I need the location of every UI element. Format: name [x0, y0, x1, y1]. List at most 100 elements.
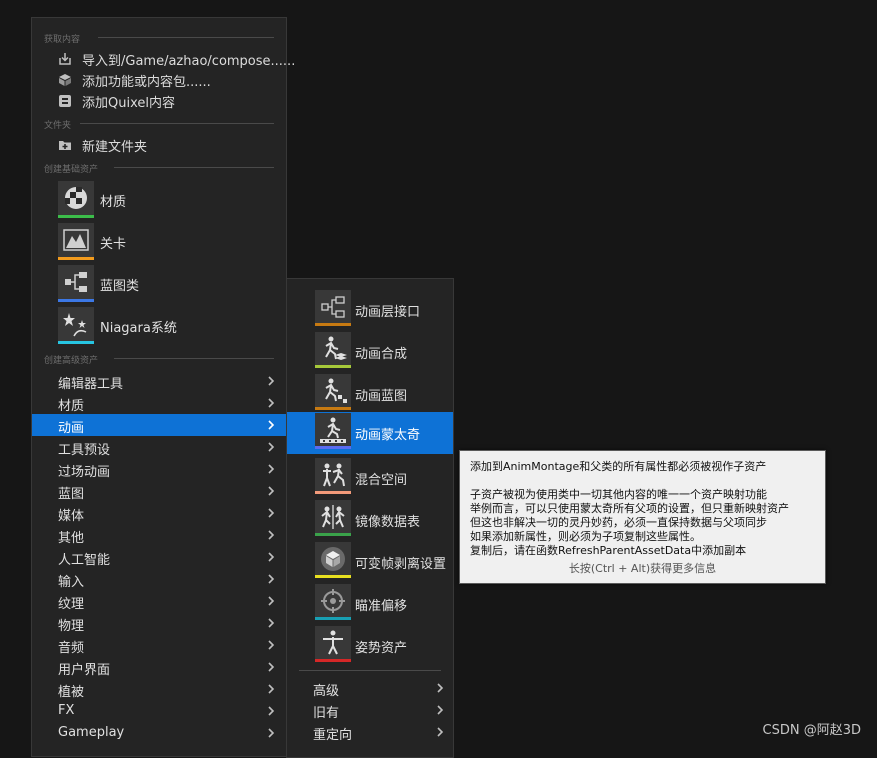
tooltip: 添加到AnimMontage和父类的所有属性都必须被视作子资产 子资产被视为使用…	[459, 450, 826, 584]
new-folder-item[interactable]: 新建文件夹	[58, 135, 282, 155]
new-folder-icon	[59, 141, 71, 150]
blend-space-icon	[323, 463, 345, 487]
submenu-category-advanced[interactable]: 高级	[287, 677, 453, 699]
section-divider	[114, 167, 274, 168]
section-header-basic-assets: 创建基础资产	[44, 165, 99, 175]
category-label: Gameplay	[58, 725, 125, 740]
feature-pack-icon	[59, 74, 71, 86]
section-divider	[114, 358, 274, 359]
material-label: 材质	[100, 195, 127, 210]
frame-strip-icon	[321, 547, 345, 571]
anim-montage-item[interactable]: 动画蒙太奇	[287, 412, 453, 454]
chevron-right-icon	[268, 552, 275, 562]
chevron-right-icon	[437, 683, 444, 693]
context-menu: 获取内容 导入到/Game/azhao/compose...... 添加功能或内…	[31, 17, 295, 757]
niagara-icon	[63, 313, 87, 337]
anim-composite-item[interactable]: 动画合成	[287, 331, 453, 373]
section-divider	[80, 123, 274, 124]
category-input[interactable]: 输入	[32, 568, 286, 590]
chevron-right-icon	[437, 705, 444, 715]
chevron-right-icon	[268, 684, 275, 694]
anim-blueprint-label: 动画蓝图	[355, 389, 408, 404]
category-foliage[interactable]: 植被	[32, 678, 286, 700]
mirror-data-table-item[interactable]: 镜像数据表	[287, 499, 453, 541]
category-gameplay[interactable]: Gameplay	[32, 722, 286, 744]
tooltip-line: 子资产被视为使用类中一切其他内容的唯一一个资产映射功能	[470, 488, 767, 501]
category-media[interactable]: 媒体	[32, 502, 286, 524]
category-label: FX	[58, 703, 75, 718]
category-label: 其他	[58, 531, 85, 546]
pose-asset-label: 姿势资产	[355, 641, 408, 656]
anim-layer-interface-label: 动画层接口	[355, 305, 421, 320]
niagara-label: Niagara系统	[100, 321, 177, 336]
chevron-right-icon	[268, 530, 275, 540]
new-folder-label: 新建文件夹	[82, 140, 148, 155]
chevron-right-icon	[268, 574, 275, 584]
level-icon	[63, 229, 89, 251]
aim-offset-item[interactable]: 瞄准偏移	[287, 583, 453, 625]
category-label: 工具预设	[58, 443, 111, 458]
anim-blueprint-item[interactable]: 动画蓝图	[287, 373, 453, 415]
category-label: 音频	[58, 641, 85, 656]
create-niagara-item[interactable]: Niagara系统	[58, 307, 282, 347]
anim-composite-icon	[325, 336, 347, 360]
submenu-category-retarget[interactable]: 重定向	[287, 721, 453, 743]
category-blueprint[interactable]: 蓝图	[32, 480, 286, 502]
anim-layer-interface-item[interactable]: 动画层接口	[287, 289, 453, 331]
create-blueprint-item[interactable]: 蓝图类	[58, 265, 282, 305]
create-level-item[interactable]: 关卡	[58, 223, 282, 263]
anim-montage-icon	[320, 417, 346, 443]
chevron-right-icon	[268, 662, 275, 672]
category-ai[interactable]: 人工智能	[32, 546, 286, 568]
import-label: 导入到/Game/azhao/compose......	[82, 54, 296, 69]
category-label: 输入	[58, 575, 85, 590]
chevron-right-icon	[268, 618, 275, 628]
mirror-data-table-label: 镜像数据表	[355, 515, 421, 530]
submenu-category-legacy[interactable]: 旧有	[287, 699, 453, 721]
category-animation[interactable]: 动画	[32, 414, 286, 436]
watermark: CSDN @阿赵3D	[762, 723, 861, 738]
tooltip-line: 如果添加新属性，则必须为子项复制这些属性。	[470, 530, 701, 543]
blend-space-item[interactable]: 混合空间	[287, 457, 453, 499]
create-material-item[interactable]: 材质	[58, 181, 282, 221]
chevron-right-icon	[268, 420, 275, 430]
category-label: 动画	[58, 421, 85, 436]
submenu-category-label: 高级	[313, 684, 340, 699]
chevron-right-icon	[268, 706, 275, 716]
category-user-interface[interactable]: 用户界面	[32, 656, 286, 678]
category-label: 媒体	[58, 509, 85, 524]
chevron-right-icon	[268, 596, 275, 606]
category-audio[interactable]: 音频	[32, 634, 286, 656]
mirror-table-icon	[321, 505, 345, 529]
category-editor-tools[interactable]: 编辑器工具	[32, 370, 286, 392]
category-material[interactable]: 材质	[32, 392, 286, 414]
category-cinematics[interactable]: 过场动画	[32, 458, 286, 480]
category-misc[interactable]: 其他	[32, 524, 286, 546]
add-feature-pack-item[interactable]: 添加功能或内容包......	[58, 70, 282, 90]
import-menu-item[interactable]: 导入到/Game/azhao/compose......	[58, 49, 295, 69]
chevron-right-icon	[268, 640, 275, 650]
chevron-right-icon	[268, 728, 275, 738]
anim-layer-interface-icon	[321, 296, 345, 318]
category-label: 编辑器工具	[58, 377, 124, 392]
animation-submenu: 动画层接口 动画合成 动画蓝图 动画蒙太奇 混合空间 镜像数据表 可变帧剥离设置…	[286, 278, 454, 758]
frame-strip-settings-label: 可变帧剥离设置	[355, 557, 447, 572]
tooltip-line: 举例而言，可以只使用蒙太奇所有父项的设置，但只重新映射资产	[470, 502, 789, 515]
category-fx[interactable]: FX	[32, 700, 286, 722]
category-label: 人工智能	[58, 553, 111, 568]
import-icon	[59, 53, 71, 65]
frame-strip-settings-item[interactable]: 可变帧剥离设置	[287, 541, 453, 583]
section-header-advanced-assets: 创建高级资产	[44, 356, 99, 366]
tooltip-hint: 长按(Ctrl + Alt)获得更多信息	[568, 562, 717, 575]
category-physics[interactable]: 物理	[32, 612, 286, 634]
category-label: 用户界面	[58, 663, 111, 678]
section-header-folder: 文件夹	[44, 121, 72, 131]
level-label: 关卡	[100, 237, 127, 252]
anim-montage-label: 动画蒙太奇	[355, 428, 421, 443]
category-texture[interactable]: 纹理	[32, 590, 286, 612]
add-quixel-item[interactable]: 添加Quixel内容	[58, 91, 282, 111]
pose-asset-item[interactable]: 姿势资产	[287, 625, 453, 667]
aim-offset-icon	[321, 589, 345, 613]
submenu-divider	[299, 670, 441, 671]
category-tool-presets[interactable]: 工具预设	[32, 436, 286, 458]
